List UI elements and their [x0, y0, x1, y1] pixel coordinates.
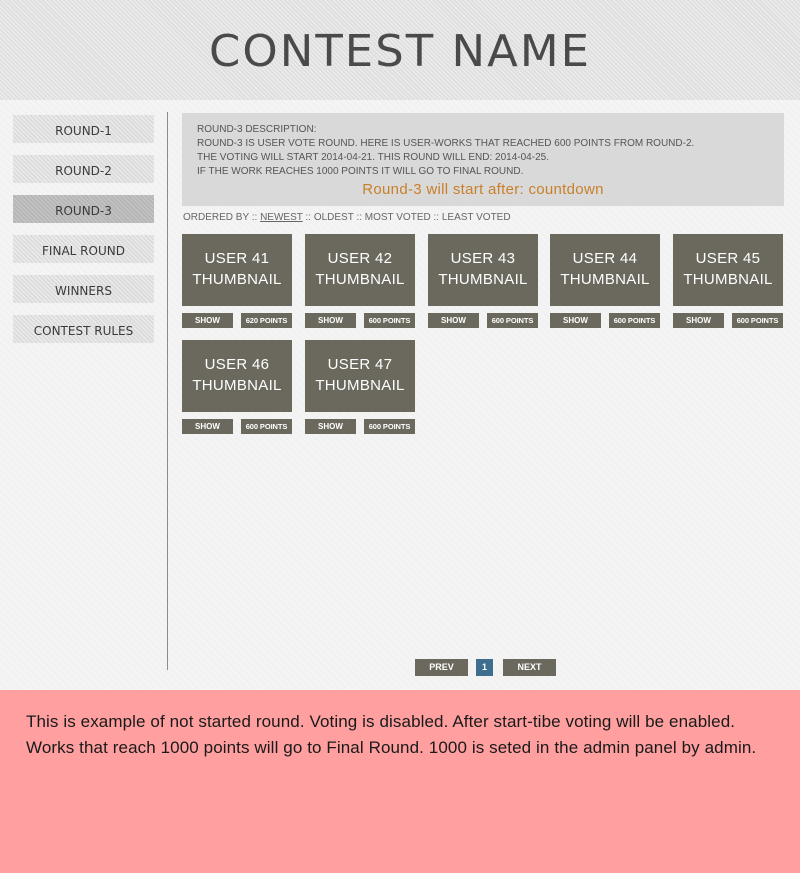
description-heading: ROUND-3 DESCRIPTION: [197, 124, 317, 135]
round-nav: ROUND-1 ROUND-2 ROUND-3 FINAL ROUND WINN… [13, 115, 154, 355]
work-thumbnail[interactable]: USER 45 THUMBNAIL [673, 234, 783, 306]
work-card: USER 42 THUMBNAIL SHOW 600 POINTS [305, 234, 415, 328]
show-button[interactable]: SHOW [305, 419, 356, 434]
nav-item-final-round[interactable]: FINAL ROUND [13, 235, 154, 263]
points-badge: 600 POINTS [487, 313, 538, 328]
contest-title: CONTEST NAME [208, 26, 592, 77]
work-user: USER 45 [695, 250, 761, 267]
work-card: USER 43 THUMBNAIL SHOW 600 POINTS [428, 234, 538, 328]
pagination: PREV 1 NEXT [0, 659, 800, 676]
work-user: USER 47 [327, 356, 393, 373]
work-thumb-label: THUMBNAIL [560, 271, 650, 288]
points-badge: 600 POINTS [609, 313, 660, 328]
work-thumbnail[interactable]: USER 41 THUMBNAIL [182, 234, 292, 306]
points-badge: 600 POINTS [364, 419, 415, 434]
points-badge: 600 POINTS [364, 313, 415, 328]
annotation-text: This is example of not started round. Vo… [26, 712, 757, 757]
nav-item-round-3[interactable]: ROUND-3 [13, 195, 154, 223]
work-thumbnail[interactable]: USER 42 THUMBNAIL [305, 234, 415, 306]
work-thumb-label: THUMBNAIL [315, 377, 405, 394]
description-line: THE VOTING WILL START 2014-04-21. THIS R… [197, 152, 549, 163]
work-card: USER 46 THUMBNAIL SHOW 600 POINTS [182, 340, 292, 434]
show-button[interactable]: SHOW [182, 313, 233, 328]
show-button[interactable]: SHOW [428, 313, 479, 328]
points-badge: 600 POINTS [241, 419, 292, 434]
countdown-text: Round-3 will start after: countdown [362, 181, 604, 198]
nav-item-winners[interactable]: WINNERS [13, 275, 154, 303]
work-card: USER 45 THUMBNAIL SHOW 600 POINTS [673, 234, 783, 328]
work-user: USER 44 [572, 250, 638, 267]
work-thumbnail[interactable]: USER 44 THUMBNAIL [550, 234, 660, 306]
header: CONTEST NAME [0, 0, 800, 100]
work-card: USER 41 THUMBNAIL SHOW 620 POINTS [182, 234, 292, 328]
ordering-separator: :: [305, 212, 312, 223]
next-button[interactable]: NEXT [503, 659, 556, 676]
work-card: USER 47 THUMBNAIL SHOW 600 POINTS [305, 340, 415, 434]
points-badge: 600 POINTS [732, 313, 783, 328]
nav-item-contest-rules[interactable]: CONTEST RULES [13, 315, 154, 343]
description-line: IF THE WORK REACHES 1000 POINTS IT WILL … [197, 166, 524, 177]
order-least-voted-link[interactable]: LEAST VOTED [442, 212, 511, 223]
show-button[interactable]: SHOW [673, 313, 724, 328]
ordering-separator: :: [251, 212, 258, 223]
order-newest-link[interactable]: NEWEST [260, 212, 303, 223]
work-thumbnail[interactable]: USER 47 THUMBNAIL [305, 340, 415, 412]
annotation-note: This is example of not started round. Vo… [0, 690, 800, 873]
divider [167, 112, 168, 670]
order-oldest-link[interactable]: OLDEST [314, 212, 354, 223]
show-button[interactable]: SHOW [550, 313, 601, 328]
page-1-button[interactable]: 1 [476, 659, 493, 676]
work-user: USER 42 [327, 250, 393, 267]
work-thumbnail[interactable]: USER 43 THUMBNAIL [428, 234, 538, 306]
main-area: ROUND-1 ROUND-2 ROUND-3 FINAL ROUND WINN… [0, 100, 800, 690]
ordering-bar: ORDERED BY :: NEWEST :: OLDEST :: MOST V… [183, 212, 511, 223]
nav-item-round-2[interactable]: ROUND-2 [13, 155, 154, 183]
round-description: ROUND-3 DESCRIPTION: ROUND-3 IS USER VOT… [182, 113, 784, 206]
work-thumb-label: THUMBNAIL [683, 271, 773, 288]
work-card: USER 44 THUMBNAIL SHOW 600 POINTS [550, 234, 660, 328]
prev-button[interactable]: PREV [415, 659, 468, 676]
points-badge: 620 POINTS [241, 313, 292, 328]
work-thumbnail[interactable]: USER 46 THUMBNAIL [182, 340, 292, 412]
work-thumb-label: THUMBNAIL [438, 271, 528, 288]
work-thumb-label: THUMBNAIL [192, 377, 282, 394]
description-line: ROUND-3 IS USER VOTE ROUND. HERE IS USER… [197, 138, 695, 149]
work-thumb-label: THUMBNAIL [192, 271, 282, 288]
work-thumb-label: THUMBNAIL [315, 271, 405, 288]
ordering-separator: :: [433, 212, 440, 223]
nav-item-round-1[interactable]: ROUND-1 [13, 115, 154, 143]
work-user: USER 41 [204, 250, 270, 267]
order-most-voted-link[interactable]: MOST VOTED [365, 212, 431, 223]
ordering-separator: :: [356, 212, 362, 223]
show-button[interactable]: SHOW [182, 419, 233, 434]
work-user: USER 43 [450, 250, 516, 267]
show-button[interactable]: SHOW [305, 313, 356, 328]
work-user: USER 46 [204, 356, 270, 373]
ordering-label: ORDERED BY [183, 212, 249, 223]
